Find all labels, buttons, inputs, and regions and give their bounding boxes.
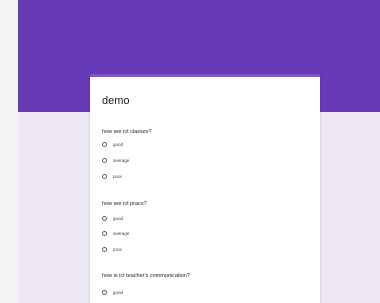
question-1-option-average[interactable]: average [102, 156, 129, 164]
option-label: good [113, 215, 124, 221]
question-3-option-good[interactable]: good [102, 288, 123, 296]
option-label: average [113, 230, 130, 236]
form-card: demo how are ict classes? good average p… [90, 74, 320, 303]
radio-button[interactable] [102, 230, 107, 236]
question-1-option-poor[interactable]: poor [102, 172, 122, 180]
radio-button[interactable] [102, 246, 107, 252]
question-3-text: how is ict teacher's communication? [102, 273, 190, 279]
question-2-option-average[interactable]: average [102, 229, 129, 237]
option-label: good [113, 141, 124, 147]
radio-button[interactable] [102, 215, 107, 221]
question-2-option-good[interactable]: good [102, 214, 123, 222]
radio-button[interactable] [102, 173, 107, 179]
question-2-option-poor[interactable]: poor [102, 245, 122, 253]
option-label: poor [113, 173, 123, 179]
question-2-text: how are ict pracs? [102, 201, 147, 207]
question-1-text: how are ict classes? [102, 129, 152, 135]
form-page: demo how are ict classes? good average p… [18, 0, 380, 303]
form-title: demo [102, 95, 130, 107]
option-label: good [113, 289, 124, 295]
option-label: poor [113, 246, 123, 252]
radio-button[interactable] [102, 157, 107, 163]
radio-button[interactable] [102, 289, 107, 295]
question-1-option-good[interactable]: good [102, 140, 123, 148]
option-label: average [113, 157, 130, 163]
radio-button[interactable] [102, 141, 107, 147]
